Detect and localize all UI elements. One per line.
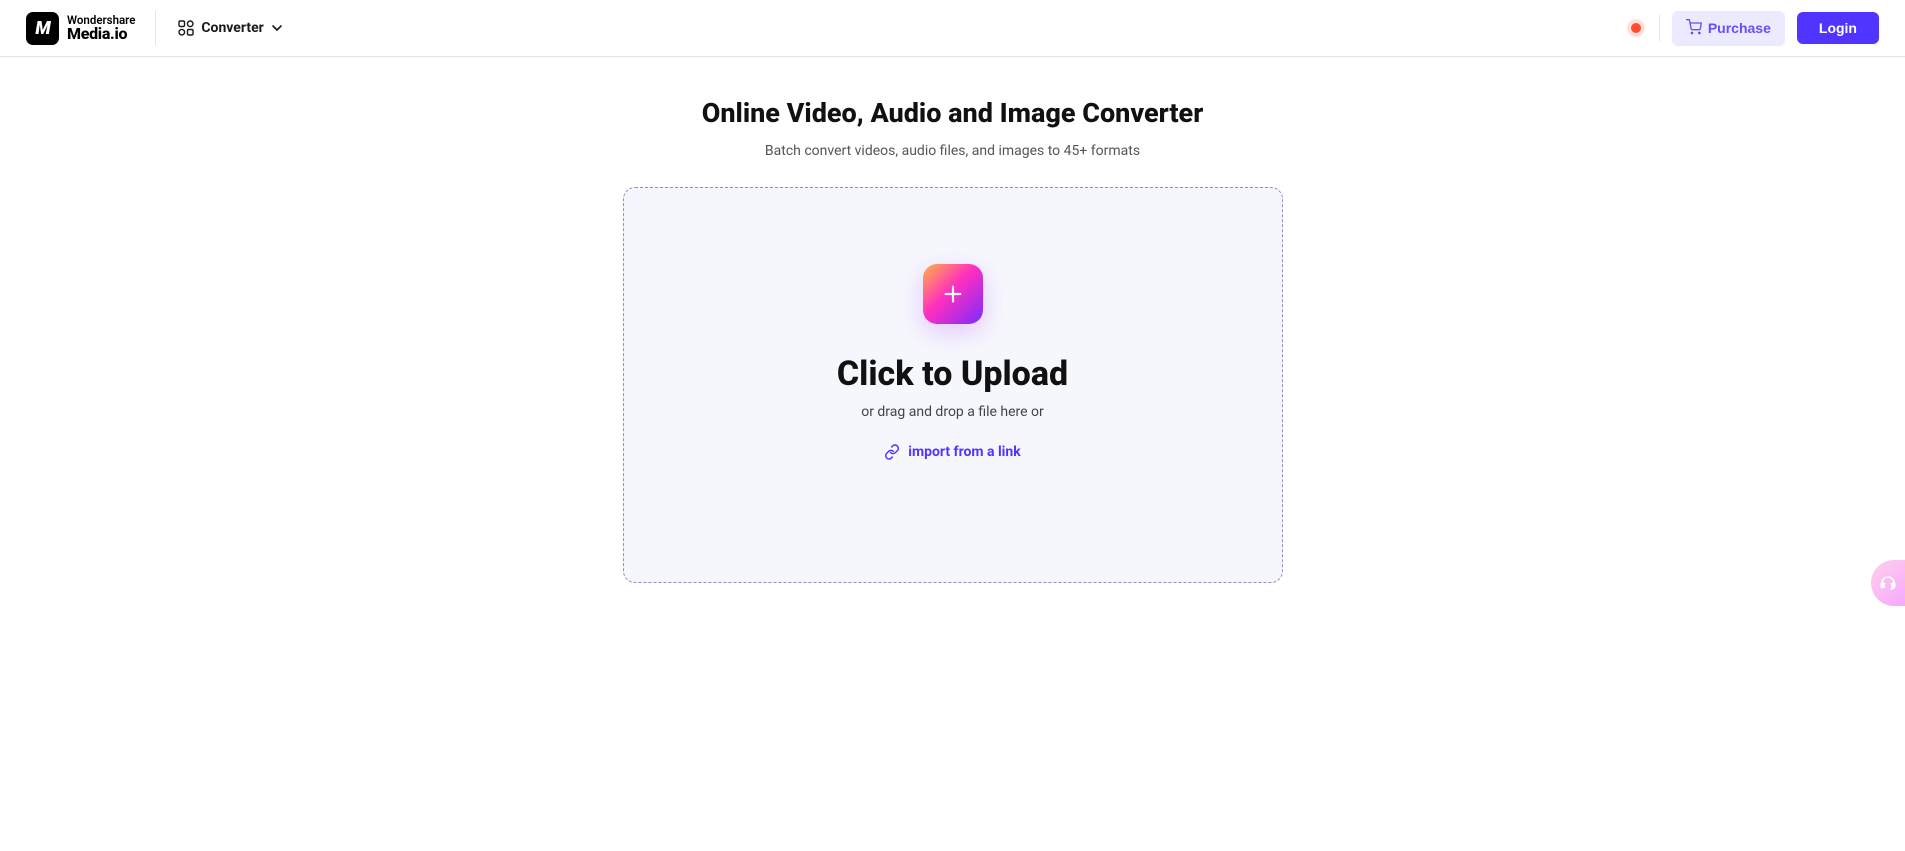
login-button[interactable]: Login <box>1797 12 1879 44</box>
notification-indicator[interactable] <box>1631 15 1660 41</box>
cart-icon <box>1686 19 1702 38</box>
login-label: Login <box>1819 20 1857 36</box>
notification-dot-icon <box>1631 23 1641 33</box>
headset-icon <box>1879 574 1897 592</box>
logo-brand-line2: Media.io <box>67 26 135 43</box>
upload-subtitle: or drag and drop a file here or <box>861 404 1044 420</box>
page-title: Online Video, Audio and Image Converter <box>702 97 1204 129</box>
apps-icon <box>178 20 194 36</box>
import-from-link[interactable]: import from a link <box>884 444 1020 460</box>
link-icon <box>884 444 900 460</box>
upload-dropzone[interactable]: Click to Upload or drag and drop a file … <box>623 187 1283 583</box>
nav-converter-label: Converter <box>201 20 263 36</box>
purchase-label: Purchase <box>1708 20 1771 36</box>
logo[interactable]: M Wondershare Media.io <box>26 11 156 45</box>
plus-icon <box>923 264 983 324</box>
header-left: M Wondershare Media.io Converter <box>26 11 283 45</box>
main-content: Online Video, Audio and Image Converter … <box>0 57 1905 583</box>
header-right: Purchase Login <box>1631 11 1879 46</box>
import-link-label: import from a link <box>908 444 1020 460</box>
header: M Wondershare Media.io Converter <box>0 0 1905 57</box>
help-float-button[interactable] <box>1871 560 1905 606</box>
logo-text: Wondershare Media.io <box>67 14 135 43</box>
purchase-button[interactable]: Purchase <box>1672 11 1785 46</box>
nav-converter[interactable]: Converter <box>178 20 282 36</box>
chevron-down-icon <box>271 22 283 34</box>
page-subtitle: Batch convert videos, audio files, and i… <box>765 143 1140 159</box>
logo-icon: M <box>26 12 59 45</box>
upload-title: Click to Upload <box>837 354 1068 394</box>
